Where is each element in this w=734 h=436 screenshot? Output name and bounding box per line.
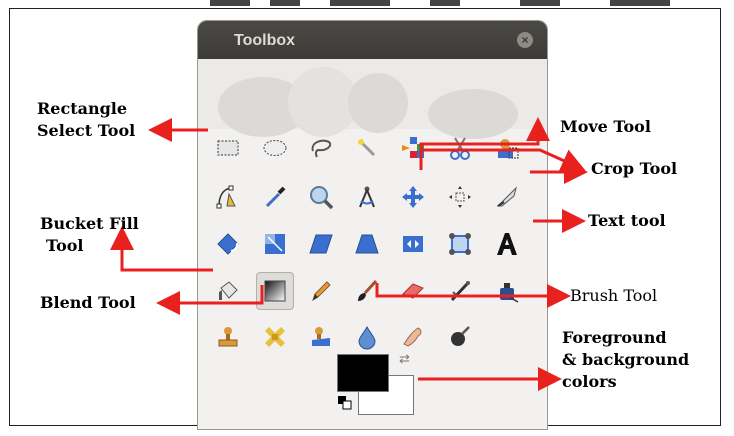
fg-select-icon [498, 139, 519, 159]
heal-tool[interactable] [256, 318, 294, 356]
compass-icon [359, 186, 375, 208]
text-tool[interactable] [488, 225, 526, 263]
crop-knife-icon [496, 186, 517, 207]
pencil-icon [312, 281, 331, 302]
move-cross-icon [402, 186, 424, 208]
crop-tool[interactable] [488, 178, 526, 216]
persp-stamp-icon [312, 327, 330, 346]
default-colors-icon[interactable] [338, 396, 352, 410]
ink-tool[interactable] [488, 272, 526, 310]
ellipse-select-tool[interactable] [256, 129, 294, 167]
label-bucket-fill: Bucket Fill Tool [40, 214, 139, 255]
select-by-color-tool[interactable] [394, 129, 432, 167]
title-bar[interactable]: Toolbox × [198, 21, 547, 59]
eraser-tool[interactable] [394, 272, 432, 310]
label-crop: Crop Tool [591, 159, 678, 178]
alignment-tool[interactable] [441, 178, 479, 216]
fuzzy-select-tool[interactable] [348, 129, 386, 167]
label-foreground-background: Foreground & background colors [562, 328, 690, 391]
foreground-color-swatch[interactable] [337, 354, 389, 392]
label-blend: Blend Tool [40, 293, 136, 312]
paintbrush-tool[interactable] [348, 272, 386, 310]
measure-tool[interactable] [348, 178, 386, 216]
color-picker-tool[interactable] [256, 178, 294, 216]
drop-icon [358, 325, 376, 350]
bucket-fill-tool[interactable] [209, 272, 247, 310]
finger-icon [403, 327, 422, 347]
paths-icon [216, 185, 236, 209]
eraser-icon [402, 283, 424, 299]
ink-icon [500, 283, 519, 303]
paths-tool[interactable] [209, 178, 247, 216]
rotate-tool[interactable] [209, 225, 247, 263]
color-select-icon [402, 137, 424, 158]
swap-colors-icon[interactable]: ⇄ [399, 351, 410, 367]
bucket-icon [219, 281, 238, 300]
airbrush-tool[interactable] [441, 272, 479, 310]
perspective-icon [355, 234, 379, 254]
gradient-icon [264, 280, 286, 302]
scissors-icon [450, 137, 470, 160]
cage-transform-tool[interactable] [441, 225, 479, 263]
free-select-tool[interactable] [302, 129, 340, 167]
close-icon[interactable]: × [517, 32, 533, 48]
rectangle-select-tool[interactable] [209, 129, 247, 167]
label-rectangle-select: Rectangle Select Tool [37, 99, 136, 140]
foreground-select-tool[interactable] [488, 129, 526, 167]
align-icon [449, 186, 471, 208]
top-edge-scrap [0, 0, 734, 8]
perspective-clone-tool[interactable] [302, 318, 340, 356]
zoom-tool[interactable] [302, 178, 340, 216]
ellipse-select-icon [263, 140, 287, 156]
rect-select-icon [217, 140, 239, 156]
bandage-icon [265, 327, 285, 347]
window-title: Toolbox [234, 32, 296, 49]
shear-icon [309, 234, 333, 254]
perspective-tool[interactable] [348, 225, 386, 263]
lasso-icon [311, 139, 332, 158]
move-tool[interactable] [394, 178, 432, 216]
scale-tool[interactable] [256, 225, 294, 263]
airbrush-icon [450, 281, 470, 302]
flip-icon [403, 236, 423, 252]
dodge-burn-tool[interactable] [441, 318, 479, 356]
flip-tool[interactable] [394, 225, 432, 263]
magic-wand-icon [358, 139, 376, 157]
clone-tool[interactable] [209, 318, 247, 356]
toolbox-window: Toolbox × ⇄ [197, 20, 548, 430]
wilber-drop-area[interactable] [198, 59, 547, 139]
scale-icon [265, 234, 285, 254]
label-brush: Brush Tool [570, 286, 658, 305]
brush-icon [358, 279, 378, 301]
magnifier-icon [310, 186, 334, 210]
scissors-select-tool[interactable] [441, 129, 479, 167]
text-A-icon [497, 233, 517, 255]
blend-tool[interactable] [256, 272, 294, 310]
label-text: Text tool [588, 211, 666, 230]
pencil-tool[interactable] [302, 272, 340, 310]
stamp-icon [218, 327, 238, 347]
rotate-icon [217, 233, 239, 255]
blur-sharpen-tool[interactable] [348, 318, 386, 356]
label-move: Move Tool [560, 117, 651, 136]
eyedropper-icon [265, 186, 286, 208]
cage-icon [449, 233, 471, 255]
shear-tool[interactable] [302, 225, 340, 263]
dodge-icon [451, 326, 470, 346]
